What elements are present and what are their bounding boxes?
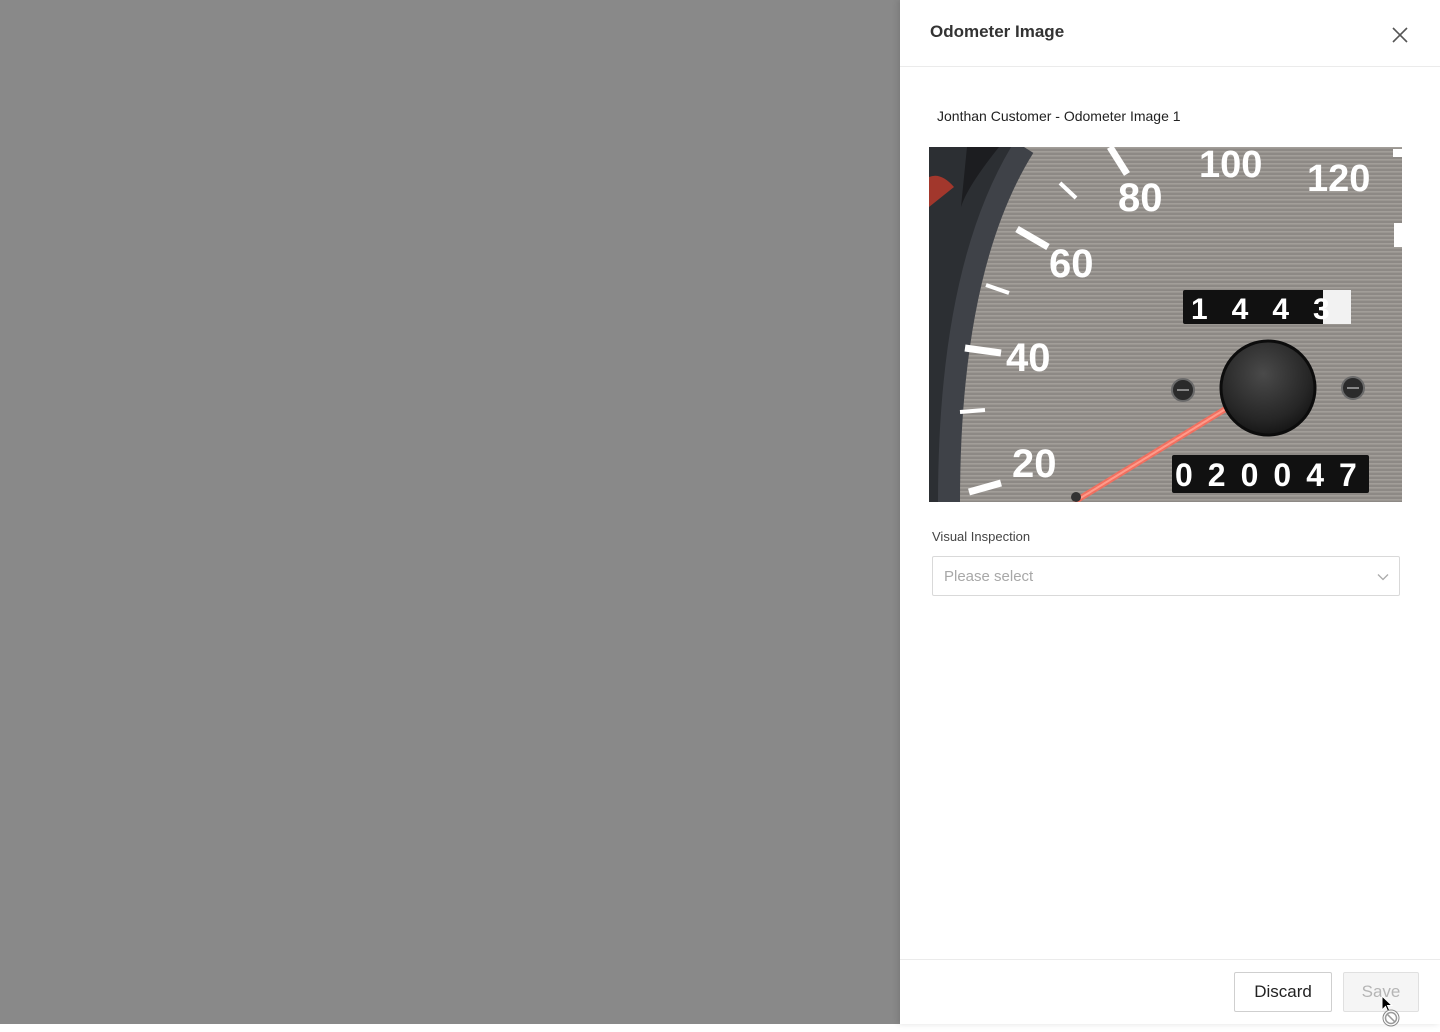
odometer-image-drawer: Odometer Image Jonthan Customer - Odomet… (900, 0, 1440, 1024)
chevron-down-icon (1377, 574, 1389, 581)
image-caption: Jonthan Customer - Odometer Image 1 (937, 108, 1181, 124)
drawer-title: Odometer Image (930, 22, 1065, 41)
speedometer-tick-120: 120 (1307, 158, 1370, 200)
odometer-reading: 020047 (1175, 457, 1372, 493)
speedometer-tick-100: 100 (1199, 147, 1262, 186)
visual-inspection-label: Visual Inspection (932, 529, 1031, 544)
select-placeholder: Please select (944, 568, 1034, 585)
drawer-footer: Discard Save (900, 959, 1440, 1024)
visual-inspection-select[interactable]: Please select (932, 556, 1400, 596)
speedometer-tick-80: 80 (1118, 176, 1163, 220)
save-button[interactable]: Save (1343, 972, 1419, 1012)
speedometer-tick-20: 20 (1012, 442, 1057, 486)
speedometer-tick-60: 60 (1049, 242, 1094, 286)
speedometer-tick-40: 40 (1006, 336, 1051, 380)
modal-backdrop[interactable] (0, 0, 900, 1024)
bottom-strip (0, 1024, 1440, 1032)
close-icon (1392, 27, 1408, 43)
drawer-header: Odometer Image (900, 0, 1440, 67)
speedometer-image: 20 40 60 80 100 120 1443 020047 (929, 147, 1402, 502)
discard-button[interactable]: Discard (1234, 972, 1332, 1012)
trip-meter-reading: 1443 (1191, 293, 1354, 326)
close-button[interactable] (1389, 24, 1411, 46)
odometer-photo: 20 40 60 80 100 120 1443 020047 (929, 147, 1402, 502)
